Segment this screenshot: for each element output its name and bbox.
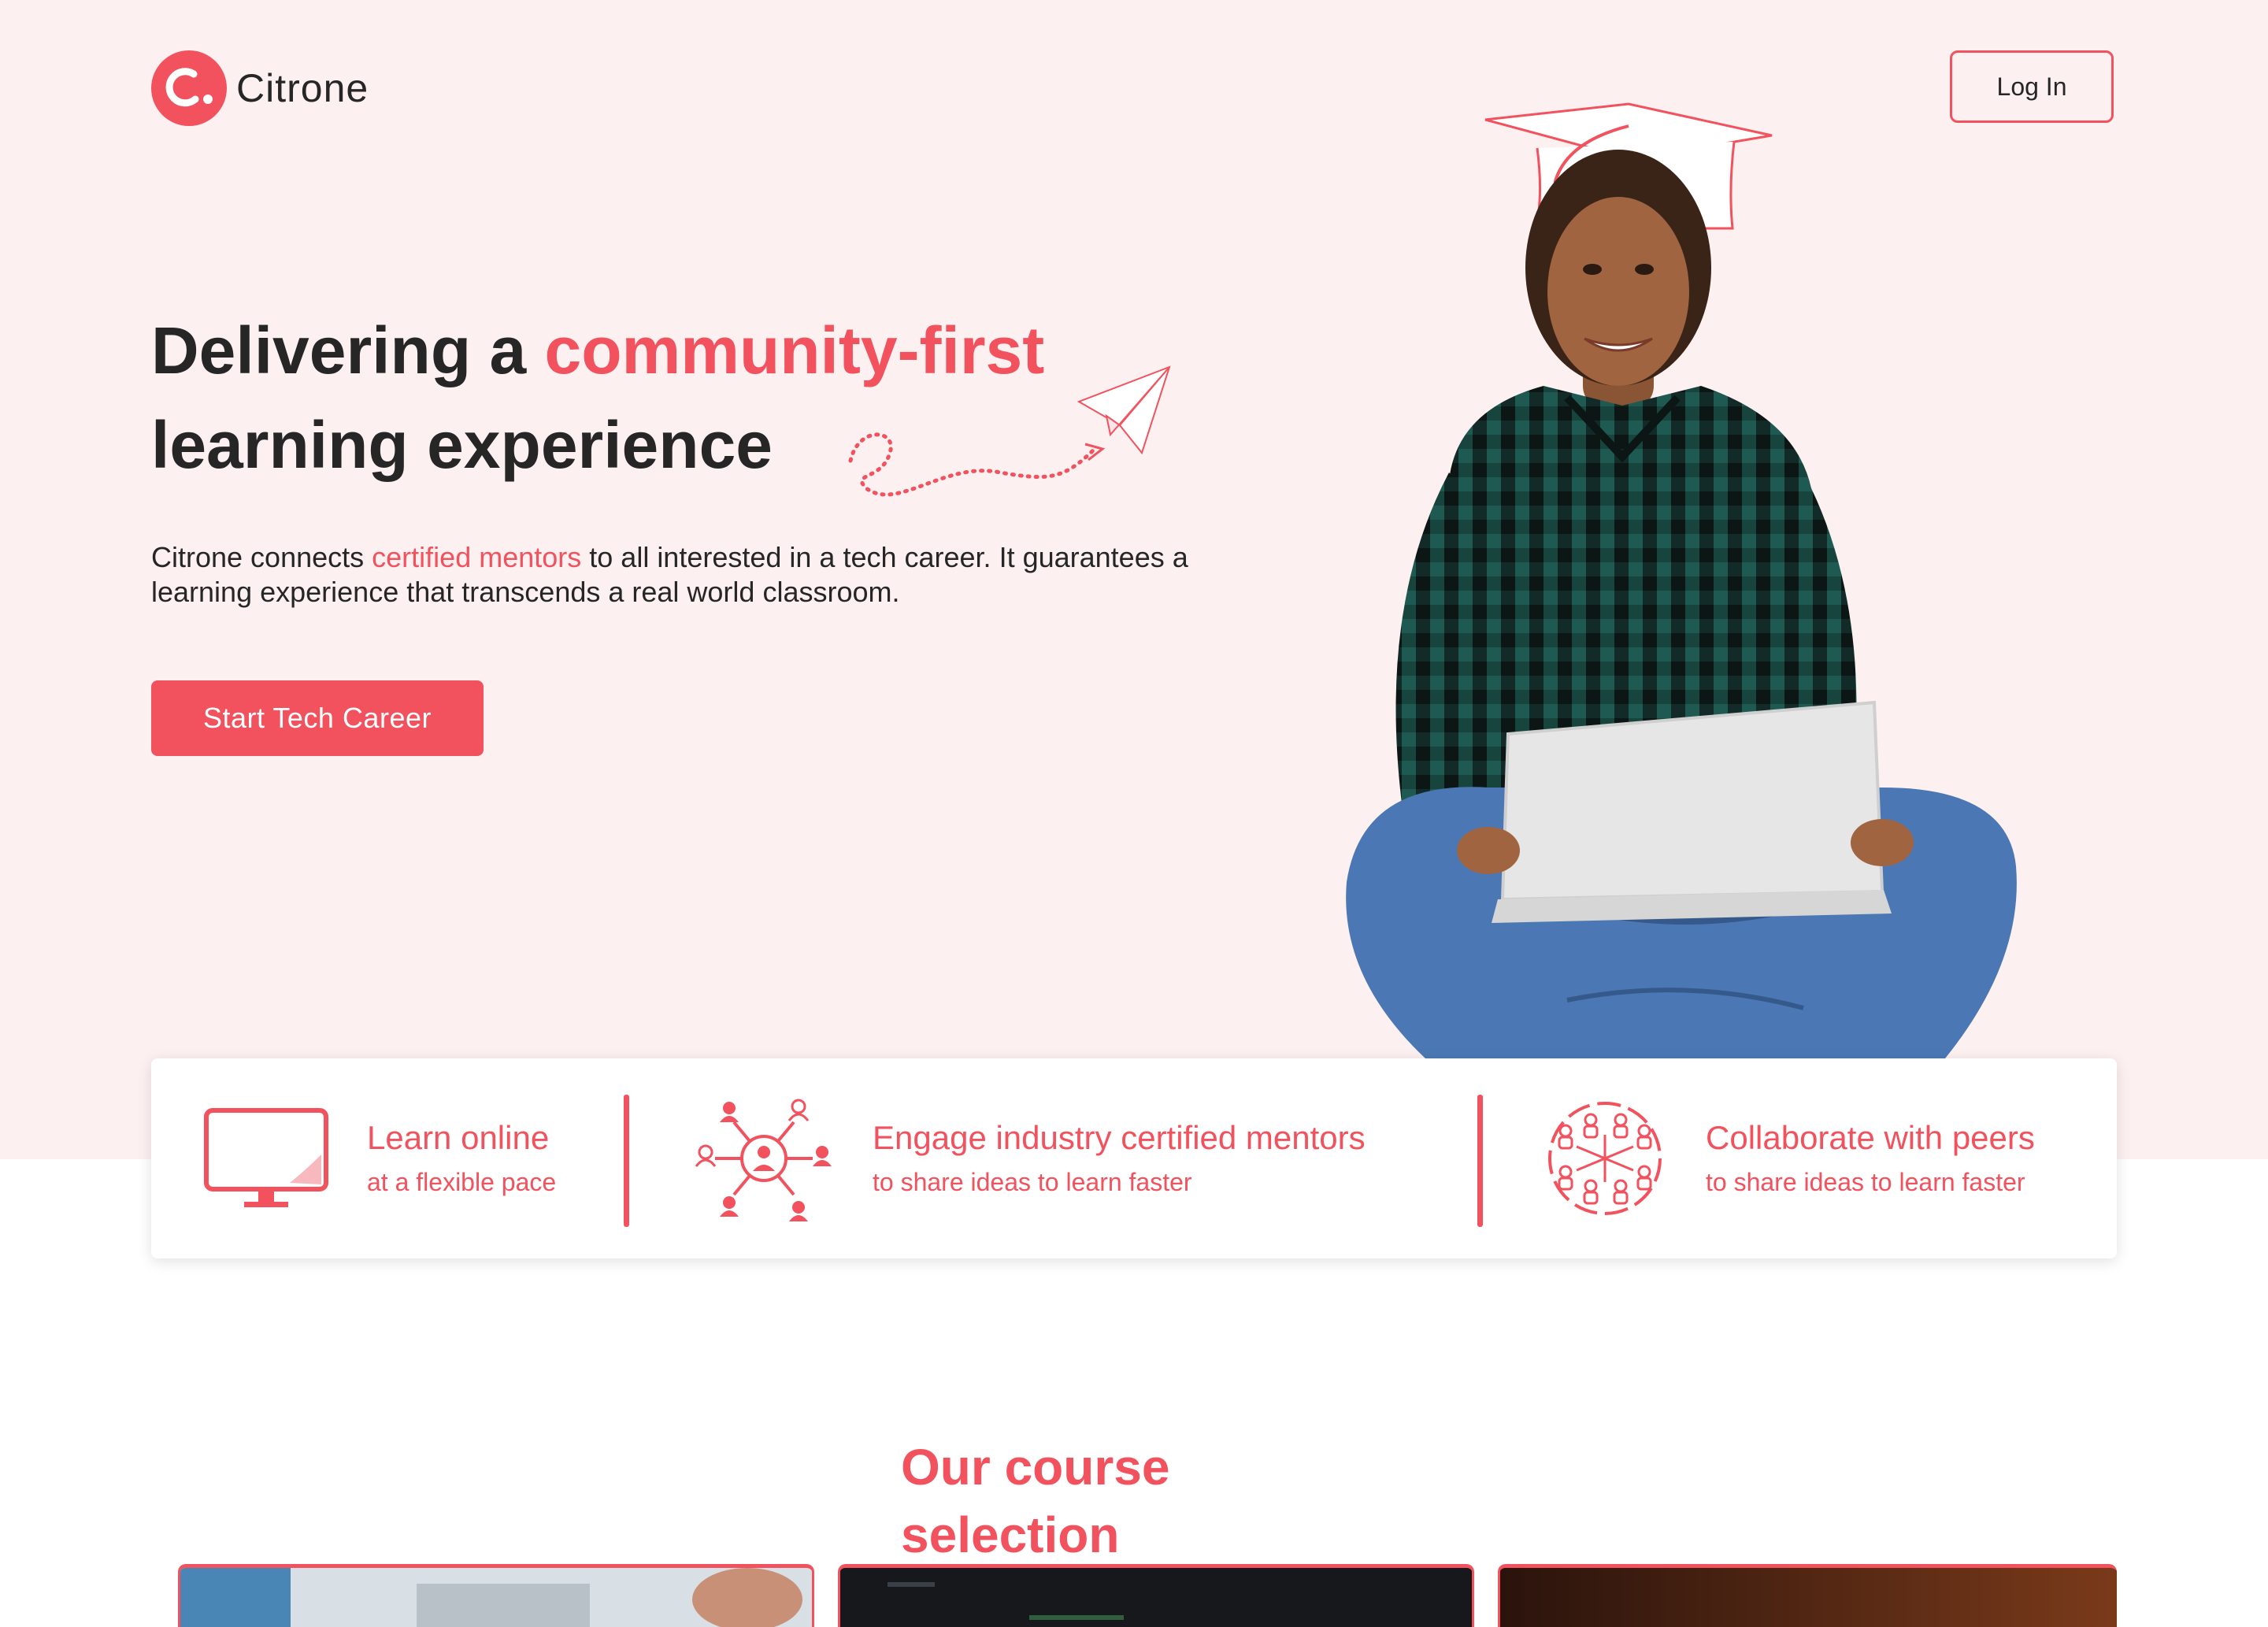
feature-engage-mentors: Engage industry certified mentors to sha…	[693, 1058, 1366, 1258]
course-card[interactable]	[1498, 1564, 2117, 1627]
brand-logo[interactable]: Citrone	[151, 50, 369, 126]
hero-title-part1: Delivering a	[151, 313, 545, 387]
hero-description: Citrone connects certified mentors to al…	[151, 540, 1230, 610]
feature-card: Learn online at a flexible pace Engage i…	[151, 1058, 2117, 1258]
monitor-icon	[204, 1108, 328, 1207]
feature-collaborate-peers: Collaborate with peers to share ideas to…	[1542, 1058, 2035, 1258]
feature-title: Engage industry certified mentors	[873, 1119, 1366, 1156]
hero-title-part2: learning experience	[151, 408, 773, 482]
feature-divider	[1477, 1095, 1483, 1227]
paper-plane-icon	[848, 365, 1171, 497]
feature-subtitle: at a flexible pace	[367, 1168, 557, 1196]
course-card[interactable]	[178, 1564, 814, 1627]
course-card[interactable]	[838, 1564, 1474, 1627]
course-section-title: Our course selection	[901, 1439, 1170, 1563]
feature-learn-online: Learn online at a flexible pace	[203, 1058, 556, 1258]
course-image	[180, 1568, 812, 1627]
certified-mentors-link[interactable]: certified mentors	[372, 541, 581, 573]
mentor-network-icon	[695, 1099, 832, 1221]
peers-collaboration-icon	[1548, 1102, 1662, 1215]
brand-name: Citrone	[236, 66, 369, 110]
logo-mark-icon	[151, 50, 227, 126]
feature-divider	[624, 1095, 629, 1227]
hero-desc-part1: Citrone connects	[151, 541, 372, 573]
feature-subtitle: to share ideas to learn faster	[1706, 1168, 2025, 1196]
feature-title: Collaborate with peers	[1706, 1119, 2035, 1156]
feature-subtitle: to share ideas to learn faster	[873, 1168, 1192, 1196]
start-tech-career-button[interactable]: Start Tech Career	[151, 680, 484, 756]
feature-title: Learn online	[367, 1119, 550, 1156]
course-image	[1500, 1568, 2117, 1627]
student-with-laptop-image	[1346, 102, 2017, 1058]
course-image	[840, 1568, 1472, 1627]
